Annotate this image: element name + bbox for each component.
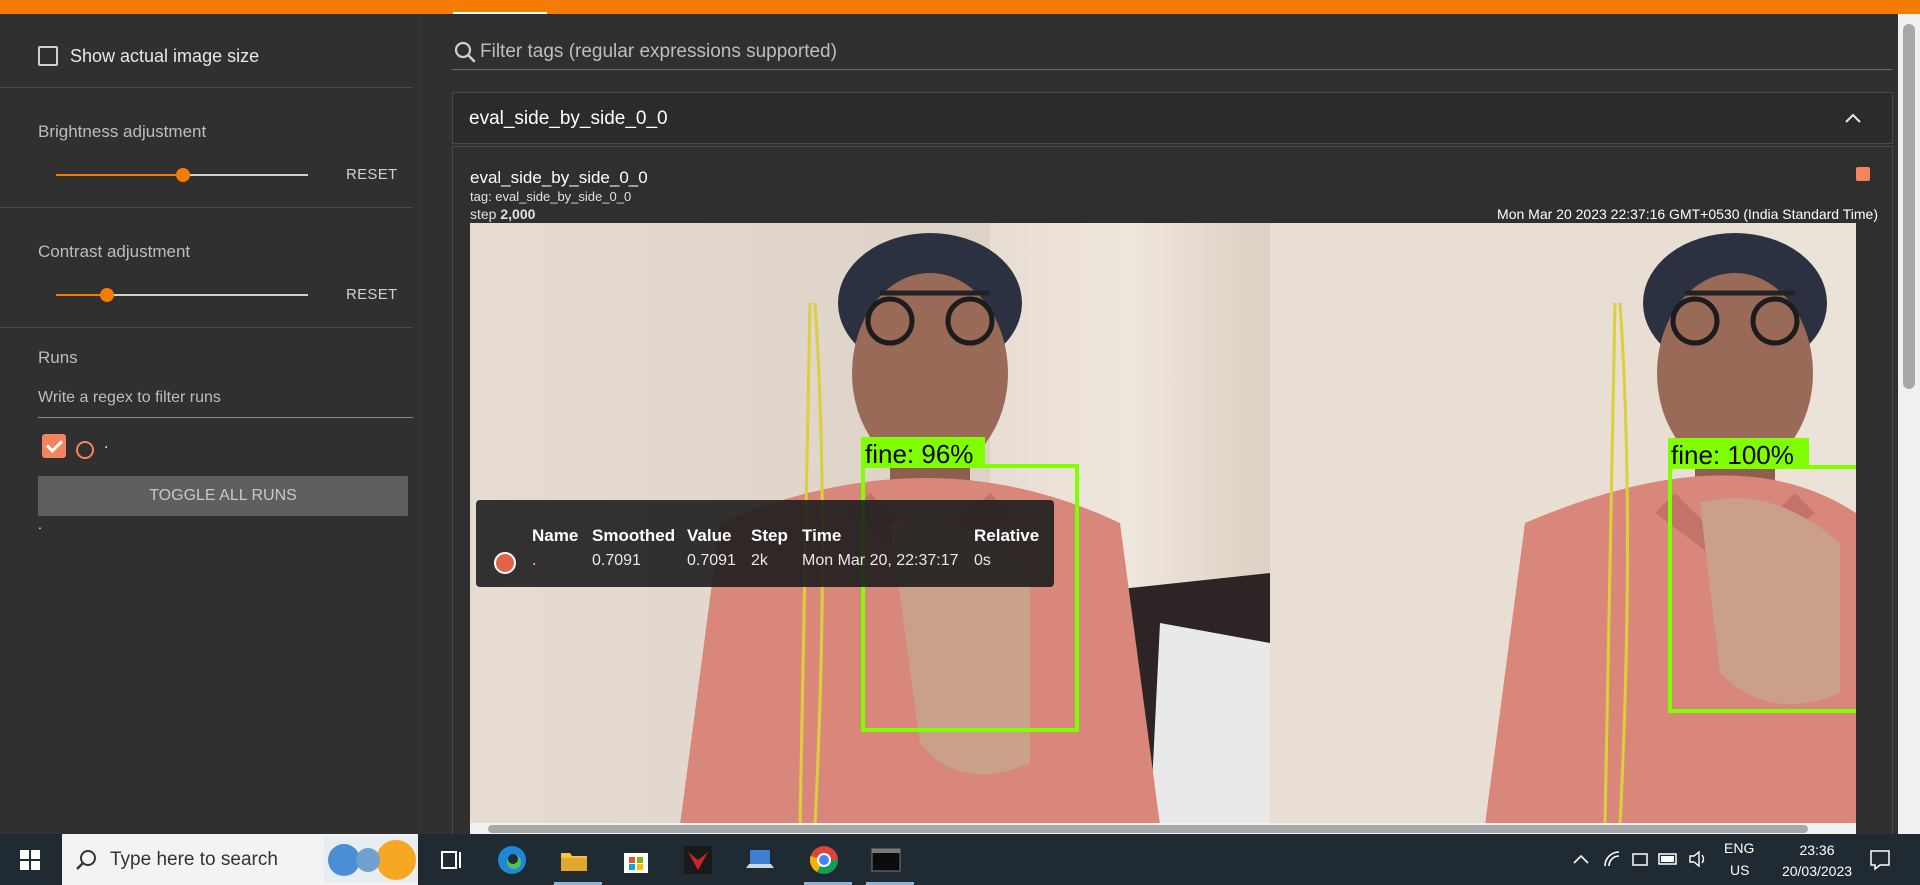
brightness-slider-thumb[interactable] (176, 168, 190, 182)
contrast-section: Contrast adjustment RESET (0, 208, 412, 328)
run-checkbox[interactable] (42, 434, 66, 458)
tooltip-cell-name: . (532, 552, 537, 569)
run-name: . (104, 435, 109, 452)
run-color-marker (1856, 167, 1870, 181)
tag-filter-placeholder: Filter tags (regular expressions support… (480, 41, 837, 62)
windows-start-icon[interactable] (20, 850, 40, 870)
taskbar-search-box[interactable]: Type here to search (62, 834, 418, 885)
run-color-circle[interactable] (76, 441, 94, 459)
file-explorer-icon[interactable] (558, 844, 590, 876)
brightness-reset-button[interactable]: RESET (346, 166, 398, 183)
battery-icon[interactable] (1658, 851, 1680, 867)
step-label: step (470, 206, 501, 222)
weather-widget-icon[interactable] (324, 836, 418, 883)
clock-date: 20/03/2023 (1781, 863, 1853, 879)
page-vertical-scrollbar[interactable] (1898, 14, 1920, 834)
search-icon (454, 41, 476, 63)
right-detection-label: fine: 100% (1671, 440, 1794, 470)
taskbar-search-placeholder: Type here to search (110, 849, 278, 870)
tooltip-header-smoothed: Smoothed (592, 526, 676, 545)
show-actual-size-section: Show actual image size (0, 14, 412, 88)
chevron-up-tray-icon[interactable] (1572, 852, 1590, 866)
chevron-up-icon[interactable] (1844, 111, 1862, 125)
card-title: eval_side_by_side_0_0 (470, 168, 648, 187)
tooltip-header-name: Name (532, 526, 579, 545)
volume-icon[interactable] (1688, 849, 1708, 869)
active-tab-indicator (453, 12, 547, 14)
tooltip-header-value: Value (687, 526, 732, 545)
sidebar: Show actual image size Brightness adjust… (0, 14, 420, 834)
top-app-bar (0, 0, 1920, 14)
runs-footer: . (38, 516, 42, 532)
clock-time: 23:36 (1799, 842, 1835, 858)
show-actual-size-checkbox[interactable] (38, 46, 58, 66)
laptop-app-icon[interactable] (744, 844, 776, 876)
image-card: eval_side_by_side_0_0 tag: eval_side_by_… (452, 146, 1893, 836)
taskbar-search-icon (76, 850, 96, 870)
edge-browser-icon[interactable] (496, 844, 528, 876)
language-indicator[interactable]: ENG (1724, 840, 1754, 856)
runs-title: Runs (38, 348, 78, 367)
contrast-reset-button[interactable]: RESET (346, 286, 398, 303)
brightness-label: Brightness adjustment (38, 122, 207, 141)
data-tooltip: Name Smoothed Value Step Time Relative .… (476, 500, 1054, 587)
brightness-section: Brightness adjustment RESET (0, 88, 412, 208)
tooltip-cell-smoothed: 0.7091 (592, 552, 641, 569)
contrast-slider-thumb[interactable] (100, 288, 114, 302)
tooltip-header-time: Time (802, 526, 842, 545)
taskbar-clock[interactable]: 23:36 20/03/2023 (1772, 840, 1862, 882)
meet-now-icon[interactable] (1630, 849, 1650, 869)
chrome-browser-icon[interactable] (808, 844, 840, 876)
tag-group-title: eval_side_by_side_0_0 (469, 108, 668, 129)
left-detection-label: fine: 96% (865, 439, 973, 469)
runs-filter-input[interactable]: Write a regex to filter runs (38, 386, 413, 418)
tag-filter[interactable]: Filter tags (regular expressions support… (452, 36, 1892, 70)
notification-icon[interactable] (1868, 848, 1892, 872)
contrast-slider-fill (56, 294, 106, 296)
show-actual-size-label: Show actual image size (70, 46, 260, 66)
card-tag: tag: eval_side_by_side_0_0 (470, 189, 632, 204)
windows-taskbar: Type here to search ENG US 23:36 20/03/2… (0, 834, 1920, 885)
vertical-scroll-thumb[interactable] (1903, 24, 1915, 389)
tooltip-cell-relative: 0s (974, 552, 991, 569)
tooltip-cell-value: 0.7091 (687, 552, 736, 569)
tooltip-header-relative: Relative (974, 526, 1040, 545)
predator-app-icon[interactable] (682, 844, 714, 876)
card-timestamp: Mon Mar 20 2023 22:37:16 GMT+0530 (India… (1497, 206, 1878, 222)
card-step: step 2,000 (470, 206, 535, 222)
tooltip-run-dot (494, 552, 516, 574)
microsoft-store-icon[interactable] (620, 844, 652, 876)
tooltip-cell-step: 2k (751, 552, 768, 569)
toggle-all-runs-button[interactable]: TOGGLE ALL RUNS (38, 476, 408, 516)
step-value: 2,000 (500, 206, 536, 222)
contrast-label: Contrast adjustment (38, 242, 191, 261)
wifi-icon[interactable] (1602, 849, 1622, 869)
tooltip-cell-time: Mon Mar 20, 22:37:17 (802, 552, 959, 569)
terminal-icon[interactable] (870, 844, 902, 876)
tag-group-header[interactable]: eval_side_by_side_0_0 (452, 92, 1893, 144)
tooltip-header-step: Step (751, 526, 788, 545)
region-indicator[interactable]: US (1730, 862, 1749, 878)
horizontal-scroll-thumb[interactable] (488, 825, 1808, 833)
brightness-slider-fill (56, 174, 182, 176)
right-frame (1270, 223, 1856, 825)
task-view-icon[interactable] (436, 844, 468, 876)
